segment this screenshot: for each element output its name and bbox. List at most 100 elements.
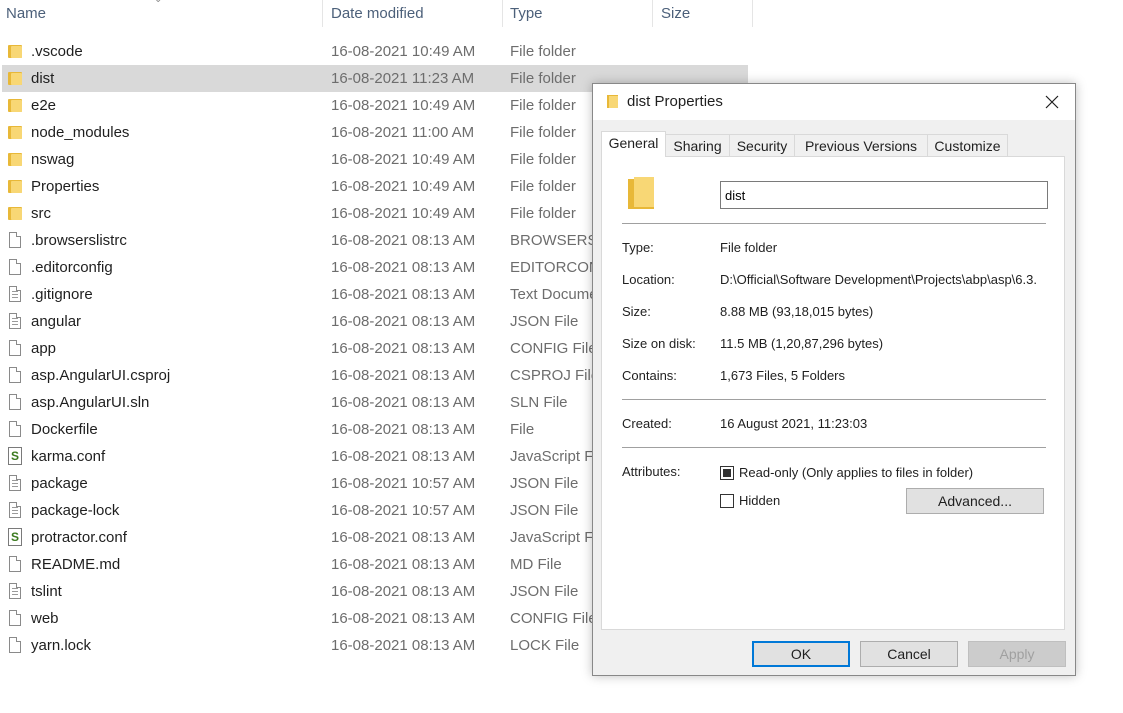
- file-date-modified: 16-08-2021 10:49 AM: [331, 178, 476, 195]
- tab-sharing[interactable]: Sharing: [665, 134, 730, 157]
- file-name: app: [31, 340, 57, 357]
- hidden-checkbox[interactable]: [720, 494, 734, 508]
- folder-icon: [607, 95, 618, 108]
- cancel-button[interactable]: Cancel: [860, 641, 958, 667]
- folder-icon: [628, 177, 654, 209]
- apply-button[interactable]: Apply: [968, 641, 1066, 667]
- file-name: e2e: [31, 97, 57, 114]
- divider: [622, 223, 1046, 224]
- type-label: Type:: [622, 240, 654, 255]
- tab-general[interactable]: General: [601, 131, 666, 157]
- file-date-modified: 16-08-2021 11:23 AM: [331, 70, 475, 87]
- file-name: karma.conf: [31, 448, 106, 465]
- column-date-header[interactable]: Date modified: [325, 0, 502, 27]
- file-date-modified: 16-08-2021 10:49 AM: [331, 43, 476, 60]
- file-type: JSON File: [510, 502, 579, 519]
- file-name: .vscode: [31, 43, 83, 60]
- file-type: JSON File: [510, 475, 579, 492]
- file-name: asp.AngularUI.csproj: [31, 367, 171, 384]
- file-type: BROWSERSL: [510, 232, 594, 249]
- properties-dialog: dist Properties General Sharing Security…: [592, 83, 1076, 676]
- column-divider[interactable]: [322, 0, 323, 27]
- file-name: Properties: [31, 178, 100, 195]
- folder-icon: [8, 207, 22, 220]
- file-date-modified: 16-08-2021 08:13 AM: [331, 529, 476, 546]
- column-divider[interactable]: [502, 0, 503, 27]
- file-icon: [9, 394, 21, 410]
- javascript-file-icon: S: [8, 528, 22, 546]
- created-label: Created:: [622, 416, 672, 431]
- column-divider[interactable]: [652, 0, 653, 27]
- file-type: MD File: [510, 556, 562, 573]
- file-name: .editorconfig: [31, 259, 113, 276]
- file-type: File folder: [510, 70, 576, 87]
- folder-icon: [8, 180, 22, 193]
- file-type: JSON File: [510, 313, 579, 330]
- file-name: tslint: [31, 583, 62, 600]
- file-name: nswag: [31, 151, 75, 168]
- file-type: File folder: [510, 43, 576, 60]
- file-date-modified: 16-08-2021 08:13 AM: [331, 394, 476, 411]
- file-name: dist: [31, 70, 55, 87]
- column-header: Name ⌄ Date modified Type Size: [0, 0, 755, 27]
- file-icon: [9, 367, 21, 383]
- file-type: File folder: [510, 178, 576, 195]
- readonly-checkbox[interactable]: [720, 466, 734, 480]
- location-label: Location:: [622, 272, 675, 287]
- file-name: asp.AngularUI.sln: [31, 394, 150, 411]
- file-date-modified: 16-08-2021 08:13 AM: [331, 286, 476, 303]
- file-name: .browserslistrc: [31, 232, 127, 249]
- file-name: package: [31, 475, 88, 492]
- file-date-modified: 16-08-2021 08:13 AM: [331, 259, 476, 276]
- tab-previous-versions[interactable]: Previous Versions: [794, 134, 928, 157]
- location-value: D:\Official\Software Development\Project…: [720, 272, 1037, 287]
- dialog-titlebar[interactable]: dist Properties: [593, 84, 1075, 120]
- file-name: .gitignore: [31, 286, 93, 303]
- file-icon: [9, 637, 21, 653]
- file-type: CONFIG File: [510, 340, 594, 357]
- column-size-header[interactable]: Size: [655, 0, 752, 27]
- attributes-label: Attributes:: [622, 464, 681, 479]
- file-date-modified: 16-08-2021 10:49 AM: [331, 97, 476, 114]
- file-icon: [9, 232, 21, 248]
- type-value: File folder: [720, 240, 778, 255]
- javascript-file-icon: S: [8, 447, 22, 465]
- file-type: JSON File: [510, 583, 579, 600]
- file-row[interactable]: .vscode 16-08-2021 10:49 AM File folder: [0, 38, 760, 65]
- readonly-label[interactable]: Read-only (Only applies to files in fold…: [739, 465, 973, 480]
- tab-customize[interactable]: Customize: [927, 134, 1008, 157]
- file-name: package-lock: [31, 502, 120, 519]
- file-name: README.md: [31, 556, 121, 573]
- text-file-icon: [9, 502, 21, 518]
- contains-value: 1,673 Files, 5 Folders: [720, 368, 846, 383]
- file-date-modified: 16-08-2021 08:13 AM: [331, 367, 476, 384]
- file-date-modified: 16-08-2021 10:49 AM: [331, 205, 476, 222]
- divider: [622, 399, 1046, 400]
- tab-security[interactable]: Security: [729, 134, 795, 157]
- created-value: 16 August 2021, 11:23:03: [720, 416, 868, 431]
- file-name: node_modules: [31, 124, 130, 141]
- file-name: src: [31, 205, 51, 222]
- general-panel: Type: File folder Location: D:\Official\…: [601, 156, 1065, 630]
- hidden-label[interactable]: Hidden: [739, 493, 780, 508]
- file-name: Dockerfile: [31, 421, 98, 438]
- close-button[interactable]: [1029, 84, 1075, 120]
- file-date-modified: 16-08-2021 08:13 AM: [331, 421, 476, 438]
- close-icon: [1045, 95, 1059, 109]
- folder-name-input[interactable]: [720, 181, 1048, 209]
- advanced-button[interactable]: Advanced...: [906, 488, 1044, 514]
- column-divider[interactable]: [752, 0, 753, 27]
- folder-icon: [8, 99, 22, 112]
- file-type: CONFIG File: [510, 610, 594, 627]
- file-date-modified: 16-08-2021 08:13 AM: [331, 556, 476, 573]
- column-type-header[interactable]: Type: [504, 0, 652, 27]
- file-type: JavaScript Fi: [510, 448, 594, 465]
- file-type: EDITORCON: [510, 259, 594, 276]
- file-type: File folder: [510, 151, 576, 168]
- folder-icon: [8, 153, 22, 166]
- file-date-modified: 16-08-2021 08:13 AM: [331, 448, 476, 465]
- text-file-icon: [9, 286, 21, 302]
- file-name: angular: [31, 313, 82, 330]
- ok-button[interactable]: OK: [752, 641, 850, 667]
- folder-icon: [8, 45, 22, 58]
